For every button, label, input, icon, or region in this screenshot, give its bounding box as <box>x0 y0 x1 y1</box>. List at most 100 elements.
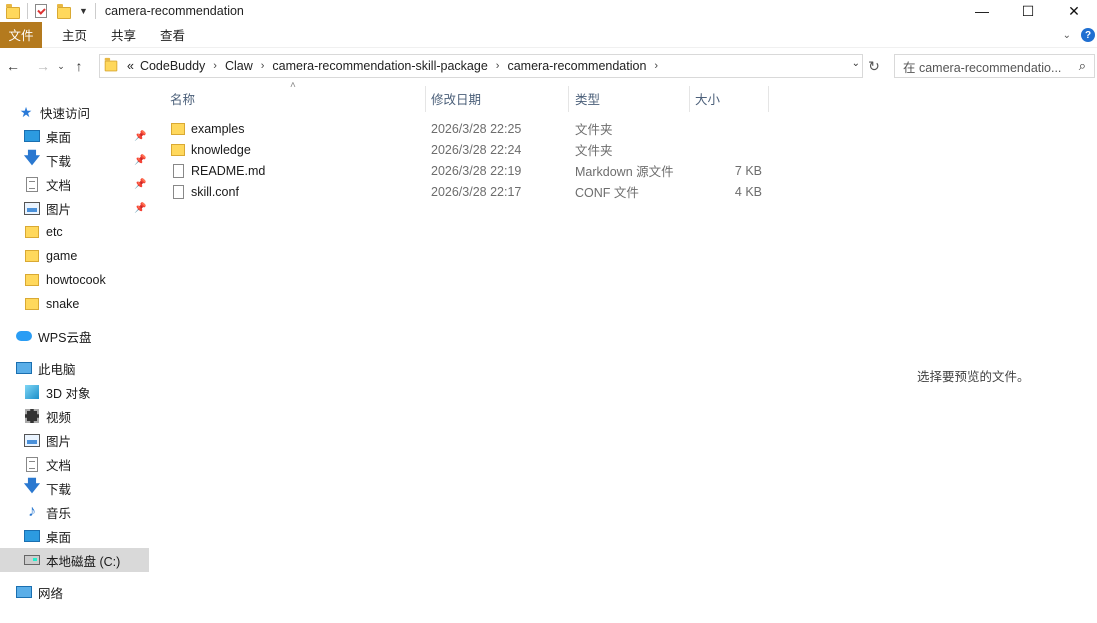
breadcrumb-camera-recommendation[interactable]: camera-recommendation <box>504 59 649 73</box>
sidebar-item-wps-cloud[interactable]: WPS云盘 <box>0 324 150 348</box>
file-type: CONF 文件 <box>575 186 639 200</box>
file-type: 文件夹 <box>575 144 613 158</box>
refresh-icon[interactable]: ↻ <box>864 54 884 78</box>
sidebar-item-music[interactable]: ♪ 音乐 <box>0 500 150 524</box>
chevron-right-icon[interactable]: › <box>256 60 270 72</box>
sidebar-item-game[interactable]: game <box>0 244 150 268</box>
sidebar-item-etc[interactable]: etc <box>0 220 150 244</box>
column-divider[interactable] <box>768 86 769 112</box>
properties-icon[interactable] <box>35 4 49 18</box>
divider <box>94 3 96 19</box>
tab-share[interactable]: 共享 <box>99 22 148 48</box>
document-icon <box>24 176 40 192</box>
file-row-readme[interactable]: README.md 2026/3/28 22:19 Markdown 源文件 7… <box>165 160 775 181</box>
sidebar-item-desktop[interactable]: 桌面 📌 <box>0 124 150 148</box>
sidebar-item-pc-documents[interactable]: 文档 <box>0 452 150 476</box>
expand-ribbon-icon[interactable]: ⌄ <box>1063 30 1071 41</box>
file-row-examples[interactable]: examples 2026/3/28 22:25 文件夹 <box>165 118 775 139</box>
sidebar-item-label: 视频 <box>46 410 72 425</box>
sidebar-item-label: 此电脑 <box>38 362 76 377</box>
new-folder-icon[interactable] <box>57 4 71 19</box>
file-size: 7 KB <box>734 163 762 178</box>
sidebar-item-3d-objects[interactable]: 3D 对象 <box>0 380 150 404</box>
navigation-pane: ★ 快速访问 桌面 📌 🡇 下载 📌 文档 📌 图片 📌 etc game ho… <box>0 98 150 623</box>
sidebar-item-label: 图片 <box>46 202 72 217</box>
sidebar-item-network[interactable]: 网络 <box>0 580 150 604</box>
minimize-button[interactable]: — <box>959 0 1005 22</box>
sidebar-item-pc-pictures[interactable]: 图片 <box>0 428 150 452</box>
sidebar-item-videos[interactable]: 视频 <box>0 404 150 428</box>
search-box[interactable]: 在 camera-recommendatio... ⌕ <box>894 54 1095 78</box>
back-button[interactable]: ← <box>2 54 24 78</box>
column-header-date[interactable]: 修改日期 <box>431 86 481 110</box>
sidebar-item-this-pc[interactable]: 此电脑 <box>0 356 150 380</box>
folder-icon <box>6 4 20 19</box>
pin-icon[interactable]: 📌 <box>134 131 146 142</box>
customize-toolbar-icon[interactable]: ▼ <box>79 6 88 16</box>
drive-icon <box>24 552 40 568</box>
search-input[interactable]: 在 camera-recommendatio... <box>903 57 1073 76</box>
chevron-right-icon[interactable]: › <box>208 60 222 72</box>
sidebar-item-label: 快速访问 <box>40 106 91 121</box>
sidebar-item-downloads[interactable]: 🡇 下载 📌 <box>0 148 150 172</box>
sidebar-item-local-disk-c[interactable]: 本地磁盘 (C:) <box>0 548 149 572</box>
markdown-file-icon <box>173 163 184 178</box>
breadcrumb-codebuddy[interactable]: CodeBuddy <box>137 59 208 73</box>
folder-icon <box>24 224 40 240</box>
sort-ascending-icon: ˄ <box>290 80 296 91</box>
up-button[interactable]: ↑ <box>68 54 90 78</box>
sidebar-item-pc-downloads[interactable]: 🡇 下载 <box>0 476 150 500</box>
maximize-button[interactable]: ☐ <box>1005 0 1051 22</box>
column-header-type[interactable]: 类型 <box>575 86 600 110</box>
star-icon: ★ <box>19 103 33 120</box>
pin-icon[interactable]: 📌 <box>134 179 146 190</box>
search-icon[interactable]: ⌕ <box>1079 58 1086 74</box>
file-row-skill-conf[interactable]: skill.conf 2026/3/28 22:17 CONF 文件 4 KB <box>165 181 775 202</box>
sidebar-item-pc-desktop[interactable]: 桌面 <box>0 524 150 548</box>
forward-button[interactable]: → <box>32 54 54 78</box>
file-icon <box>173 184 184 199</box>
sidebar-item-pictures[interactable]: 图片 📌 <box>0 196 150 220</box>
chevron-right-icon[interactable]: › <box>491 60 505 72</box>
column-divider[interactable] <box>689 86 690 112</box>
breadcrumb-claw[interactable]: Claw <box>222 59 256 73</box>
cloud-icon <box>16 328 32 344</box>
sidebar-item-snake[interactable]: snake <box>0 292 150 316</box>
file-date: 2026/3/28 22:24 <box>431 142 522 157</box>
address-bar[interactable]: « CodeBuddy › Claw › camera-recommendati… <box>99 54 863 78</box>
cube-icon <box>24 384 40 400</box>
column-header-size[interactable]: 大小 <box>695 86 720 110</box>
sidebar-item-label: etc <box>46 225 63 239</box>
file-size: 4 KB <box>734 184 762 199</box>
close-button[interactable]: ✕ <box>1051 0 1097 22</box>
address-dropdown-icon[interactable]: ⌄ <box>852 58 860 69</box>
folder-icon <box>171 122 185 135</box>
tab-view[interactable]: 查看 <box>148 22 197 48</box>
sidebar-item-label: 下载 <box>46 482 72 497</box>
column-divider[interactable] <box>425 86 426 112</box>
breadcrumb-skill-package[interactable]: camera-recommendation-skill-package <box>269 59 490 73</box>
quick-access-toolbar: ▼ <box>0 0 99 22</box>
pin-icon[interactable]: 📌 <box>134 155 146 166</box>
sidebar-item-label: 音乐 <box>46 506 72 521</box>
help-icon[interactable]: ? <box>1081 28 1095 42</box>
file-size <box>692 118 762 139</box>
file-name: examples <box>191 121 245 136</box>
file-row-knowledge[interactable]: knowledge 2026/3/28 22:24 文件夹 <box>165 139 775 160</box>
sidebar-item-label: game <box>46 249 78 263</box>
file-type: Markdown 源文件 <box>575 165 674 179</box>
pin-icon[interactable]: 📌 <box>134 203 146 214</box>
tab-home[interactable]: 主页 <box>42 22 99 48</box>
sidebar-item-howtocook[interactable]: howtocook <box>0 268 150 292</box>
sidebar-item-label: howtocook <box>46 273 106 287</box>
tab-file[interactable]: 文件 <box>0 21 42 48</box>
sidebar-item-documents[interactable]: 文档 📌 <box>0 172 150 196</box>
sidebar-item-quick-access[interactable]: ★ 快速访问 <box>0 100 150 124</box>
sidebar-item-label: 文档 <box>46 458 72 473</box>
recent-locations-button[interactable]: ⌄ <box>54 54 68 78</box>
column-header-name[interactable]: 名称 <box>170 86 195 110</box>
chevron-right-icon[interactable]: › <box>649 60 663 72</box>
address-overflow-button[interactable]: « <box>124 59 137 73</box>
column-divider[interactable] <box>568 86 569 112</box>
file-size <box>692 139 762 160</box>
